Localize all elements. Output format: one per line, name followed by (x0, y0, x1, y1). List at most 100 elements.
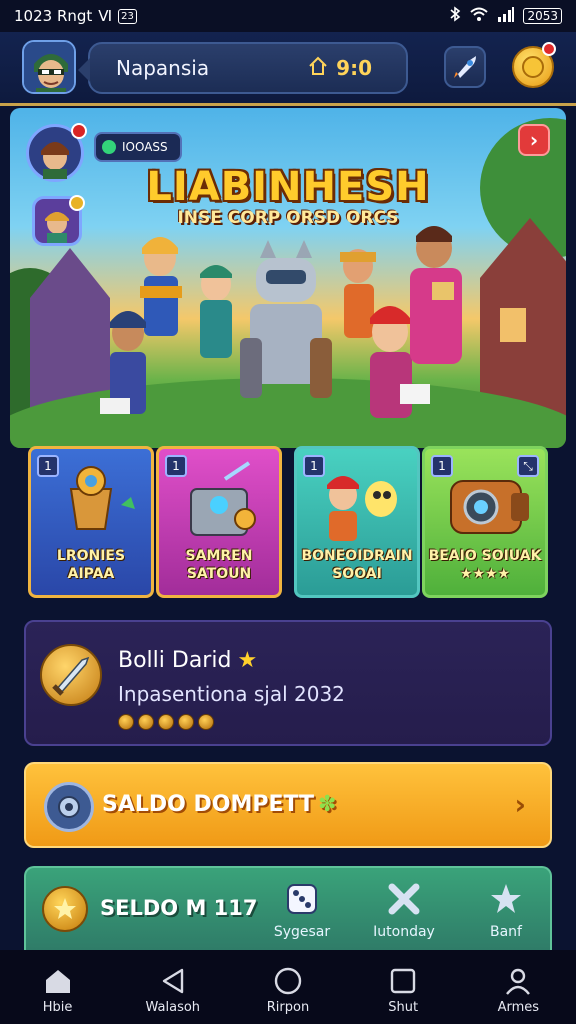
status-time: 1023 Rngt (14, 7, 93, 25)
crossed-tools-icon (385, 880, 423, 918)
action-banf[interactable]: Banf (466, 880, 546, 940)
nav-item-recents[interactable]: Shut (346, 950, 461, 1024)
battery-indicator: 2053 (523, 8, 562, 24)
bottom-navigation: Hbie Walasoh Rirpon Shut Armes (0, 950, 576, 1024)
coin-button[interactable] (512, 42, 556, 88)
saldo-summary-bar: SELDO M 117 Sygesar Iutonday Banf (24, 866, 552, 950)
nav-label: Rirpon (266, 1000, 310, 1015)
bluetooth-icon (449, 6, 461, 26)
gem-pill[interactable]: IOOASS (94, 132, 182, 162)
friend-badge (69, 195, 85, 211)
profile-info: Inpasentiona sjal 2032 (118, 682, 345, 706)
nav-label: Shut (388, 1000, 419, 1015)
sword-icon (40, 644, 102, 706)
card-label-line: ★★★★ (459, 566, 511, 582)
card-label: BEAIO SOIUAK ★★★★ (425, 547, 545, 583)
card-label-line: BONEOIDRAIN (301, 548, 413, 564)
top-bar: Napansia 9:0 (0, 32, 576, 106)
swap-icon[interactable]: ⤡ (517, 455, 539, 477)
notification-dot (542, 42, 556, 56)
card-label-line: SOOAI (332, 566, 382, 582)
chevron-right-icon: › (529, 128, 539, 152)
rocket-icon (454, 56, 476, 78)
card-number: 1 (303, 455, 325, 477)
action-label: Sygesar (273, 924, 331, 940)
card-number: 1 (37, 455, 59, 477)
star-icon: ★ (237, 648, 258, 673)
action-label: Iutonday (373, 924, 435, 940)
banner-illustration (10, 118, 566, 448)
profile-panel[interactable]: Bolli Darid ★ Inpasentiona sjal 2032 (24, 620, 552, 746)
friend-badge (71, 123, 87, 139)
card-label: LRONIES AIPAA (31, 547, 151, 583)
action-sygesar[interactable]: Sygesar (262, 880, 342, 940)
coin-icon (118, 714, 134, 730)
currency-value: 9:0 (336, 56, 372, 80)
card-number: 1 (165, 455, 187, 477)
profile-name-row: Bolli Darid ★ (118, 648, 257, 673)
circle-home-icon (273, 966, 303, 996)
card-number: 1 (431, 455, 453, 477)
banner-next-button[interactable]: › (518, 124, 550, 156)
rocket-button[interactable] (444, 46, 486, 88)
dice-icon (283, 880, 321, 918)
card-label: BONEOIDRAIN SOOAI (297, 547, 417, 583)
home-icon (308, 56, 328, 81)
hero-banner[interactable]: LIABINHESH INSE CORP ORSD ORCS IOOASS › (10, 108, 566, 448)
coin-row (118, 714, 214, 730)
card-item[interactable]: 1 SAMREN SATOUN (156, 446, 282, 598)
player-name-pill[interactable]: Napansia 9:0 (78, 42, 408, 94)
card-label-line: SAMREN (185, 548, 253, 564)
saldo-label: SALDO DOMPETT ✽ (102, 792, 336, 817)
banner-subtitle: INSE CORP ORSD ORCS (177, 208, 399, 228)
back-triangle-icon (158, 966, 188, 996)
saldo-dompett-button[interactable]: SALDO DOMPETT ✽ › (24, 762, 552, 848)
gear-icon (44, 782, 94, 832)
wifi-icon (469, 6, 489, 26)
gem-pill-text: IOOASS (122, 140, 168, 154)
saldo-label-text: SALDO DOMPETT (102, 792, 315, 817)
card-item[interactable]: 1 LRONIES AIPAA (28, 446, 154, 598)
player-avatar[interactable] (22, 40, 76, 94)
action-iutonday[interactable]: Iutonday (364, 880, 444, 940)
nav-item-circle[interactable]: Rirpon (230, 950, 345, 1024)
nav-label: Hbie (42, 1000, 73, 1015)
currency-display: 9:0 (308, 56, 372, 81)
signal-icon (497, 6, 515, 26)
action-label: Banf (490, 924, 522, 940)
player-name: Napansia (116, 56, 210, 80)
status-box: 23 (118, 8, 137, 24)
card-label-line: SATOUN (186, 566, 252, 582)
coin-icon (138, 714, 154, 730)
star-icon (487, 880, 525, 918)
gem-icon (102, 140, 116, 154)
coin-icon (198, 714, 214, 730)
card-label-line: BEAIO SOIUAK (428, 548, 542, 564)
card-item[interactable]: 1 BONEOIDRAIN SOOAI (294, 446, 420, 598)
sparkle-icon: ✽ (318, 792, 337, 817)
saldo-summary-label: SELDO M 117 (100, 896, 258, 920)
friend-avatar[interactable] (32, 195, 85, 246)
chevron-right-icon: › (514, 788, 526, 821)
coin-icon (42, 886, 88, 932)
profile-name: Bolli Darid (118, 648, 232, 673)
coin-icon (158, 714, 174, 730)
card-label: SAMREN SATOUN (159, 547, 279, 583)
square-recents-icon (388, 966, 418, 996)
card-label-line: AIPAA (67, 566, 115, 582)
home-icon (43, 966, 73, 996)
status-bar: 1023 Rngt Ⅵ 23 2053 (0, 0, 576, 32)
nav-label: Walasoh (145, 1000, 201, 1015)
card-label-line: LRONIES (56, 548, 126, 564)
nav-item-back[interactable]: Walasoh (115, 950, 230, 1024)
person-icon (503, 966, 533, 996)
nav-item-profile[interactable]: Armes (461, 950, 576, 1024)
status-extra: Ⅵ (98, 7, 113, 25)
card-row: 1 LRONIES AIPAA 1 SAMREN SATOUN 1 BONEOI… (26, 446, 552, 598)
nav-label: Armes (497, 1000, 540, 1015)
coin-icon (178, 714, 194, 730)
banner-title: LIABINHESH (146, 164, 430, 210)
friend-avatar[interactable] (26, 123, 87, 182)
nav-item-home[interactable]: Hbie (0, 950, 115, 1024)
card-item[interactable]: 1 ⤡ BEAIO SOIUAK ★★★★ (422, 446, 548, 598)
